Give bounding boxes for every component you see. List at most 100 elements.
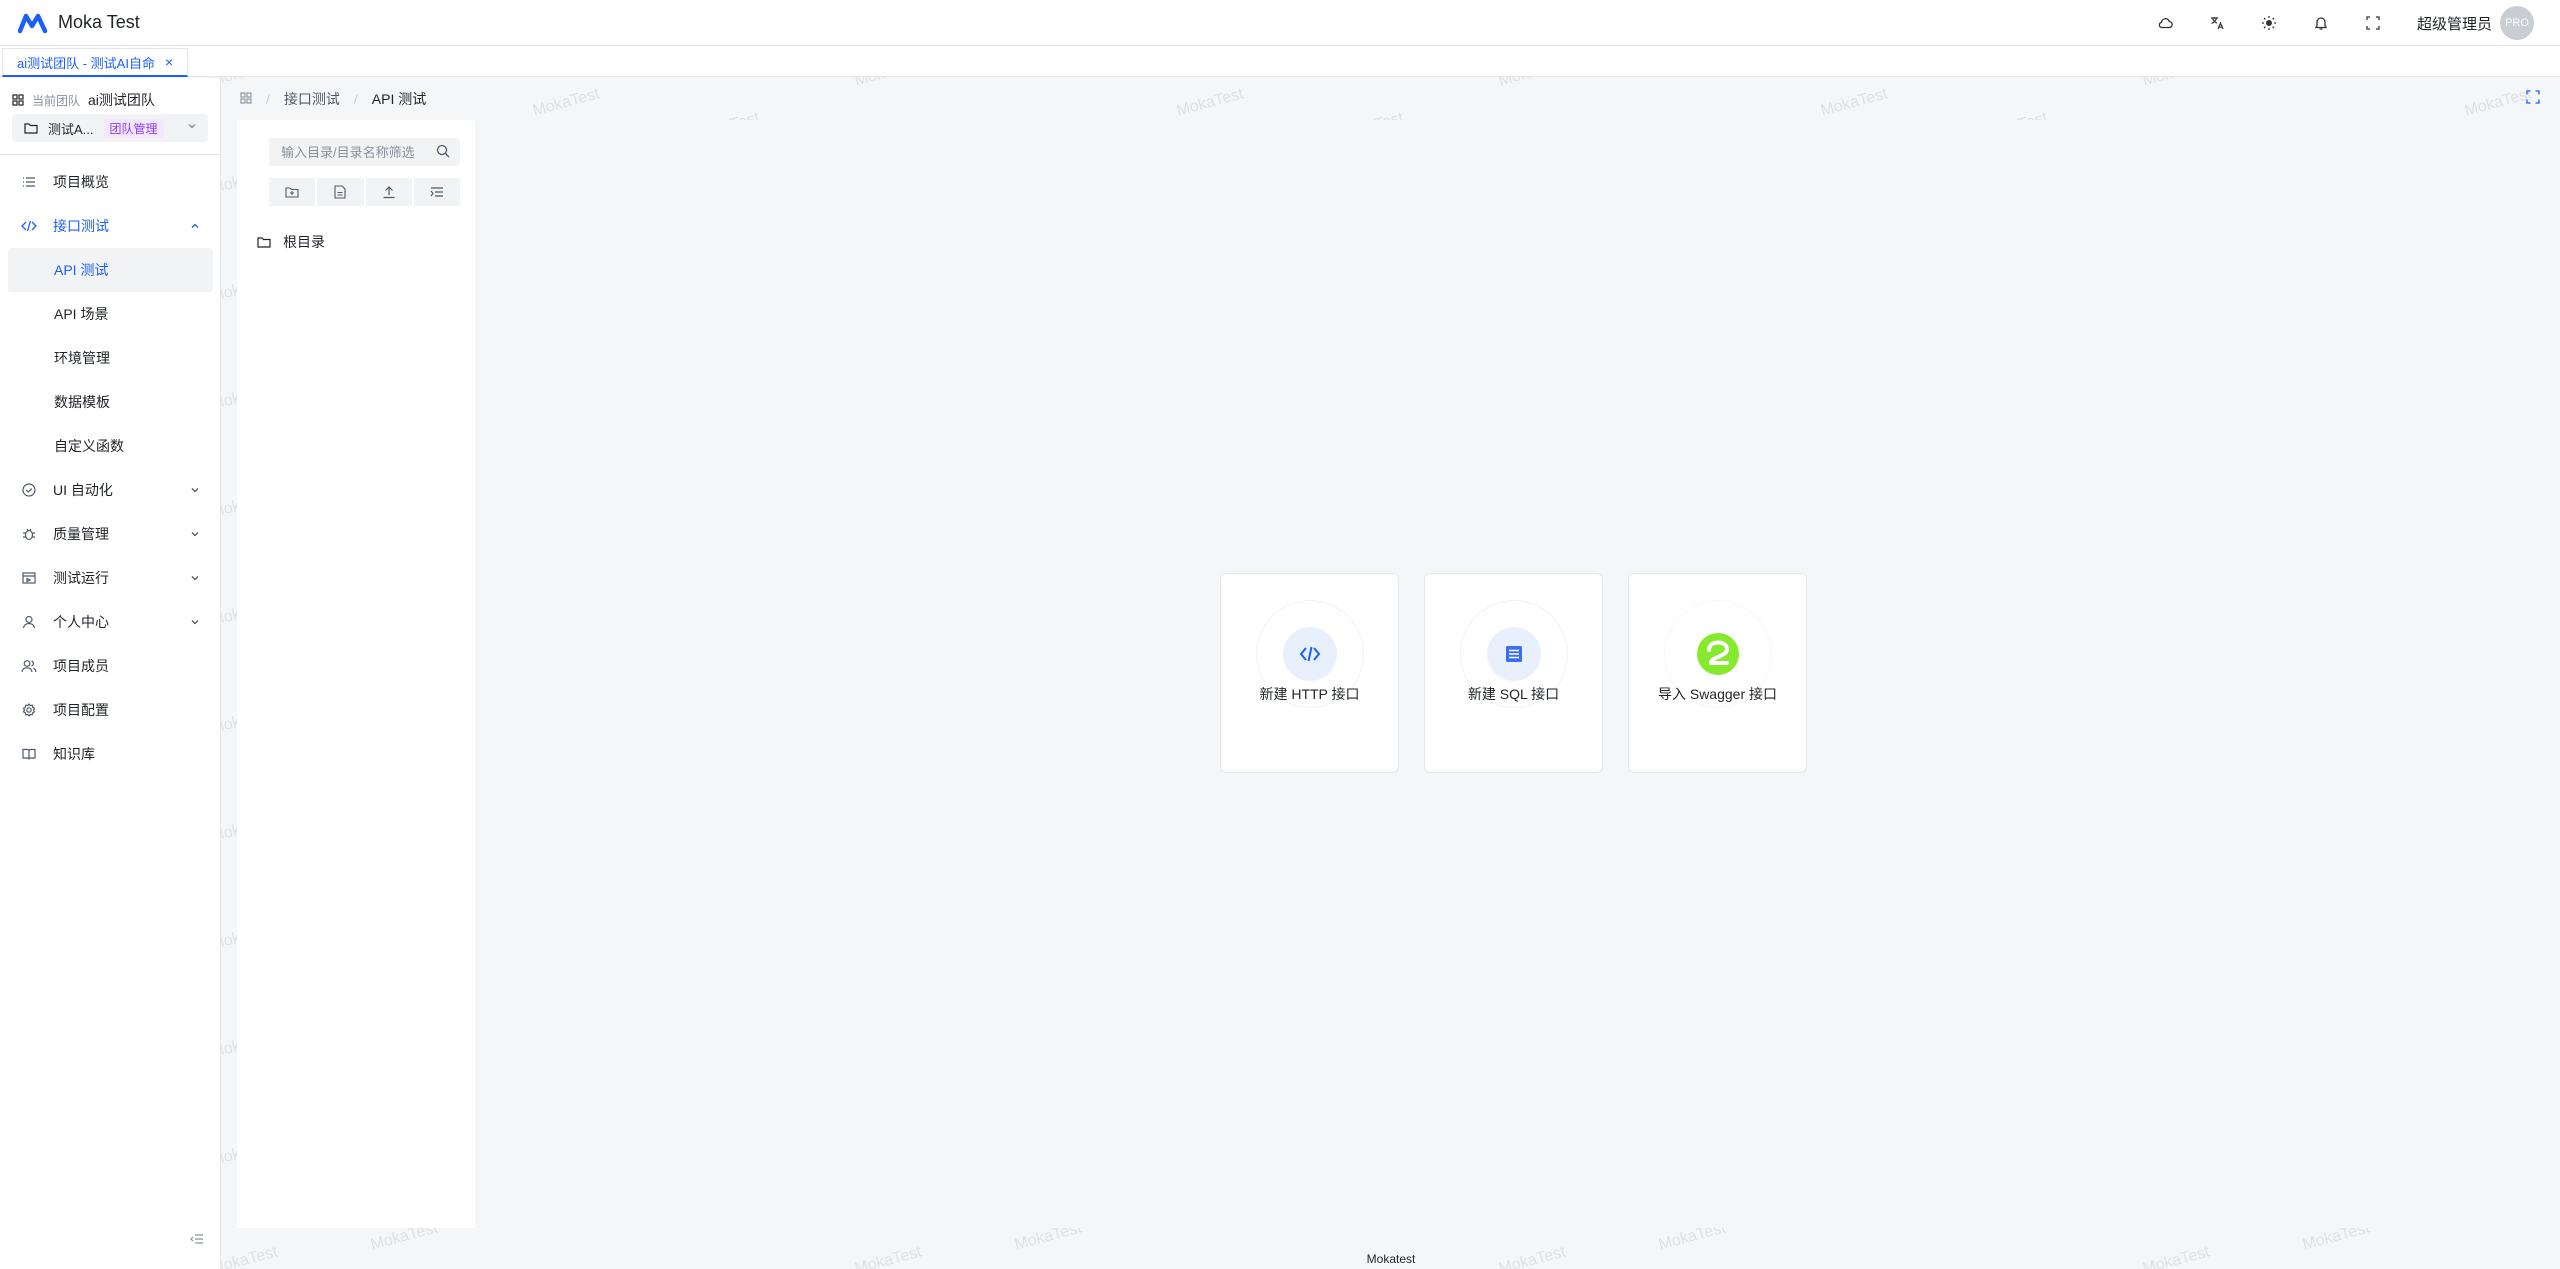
sidebar-item-custom-function[interactable]: 自定义函数 [8, 424, 213, 468]
new-sql-api-card[interactable]: 新建 SQL 接口 [1424, 573, 1603, 773]
current-team: 当前团队 ai测试团队 [12, 90, 155, 110]
bug-icon [19, 527, 39, 541]
grid-icon [12, 94, 24, 106]
sidebar-item-api-testing[interactable]: 接口测试 [8, 204, 213, 248]
card-label: 导入 Swagger 接口 [1657, 686, 1778, 702]
chevron-down-icon [189, 527, 201, 543]
add-folder-icon[interactable] [269, 178, 316, 206]
sidebar-item-environment[interactable]: 环境管理 [8, 336, 213, 380]
new-http-api-card[interactable]: 新建 HTTP 接口 [1220, 573, 1399, 773]
book-icon [19, 747, 39, 761]
sidebar-item-label: API 场景 [54, 306, 109, 322]
breadcrumb: / 接口测试 / API 测试 [222, 78, 2560, 119]
sidebar-item-data-template[interactable]: 数据模板 [8, 380, 213, 424]
chevron-down-icon [186, 120, 198, 135]
upload-icon[interactable] [365, 178, 412, 206]
sidebar-item-label: 个人中心 [53, 614, 109, 630]
sidebar-item-api-test[interactable]: API 测试 [8, 248, 213, 292]
folder-icon [257, 237, 271, 248]
chevron-down-icon [189, 571, 201, 587]
tree-toolbar [269, 178, 460, 206]
tree-search-input[interactable] [281, 144, 431, 160]
sidebar-item-label: 数据模板 [54, 394, 110, 410]
project-name: 测试A... [48, 121, 94, 137]
sidebar-item-ui-automation[interactable]: UI 自动化 [8, 468, 213, 512]
sidebar-item-label: 质量管理 [53, 526, 109, 542]
card-label: 新建 SQL 接口 [1467, 686, 1560, 702]
sidebar-item-label: 接口测试 [53, 218, 109, 234]
sidebar-item-api-scenario[interactable]: API 场景 [8, 292, 213, 336]
add-file-icon[interactable] [317, 178, 364, 206]
avatar[interactable]: PRO [2500, 6, 2534, 40]
card-label: 新建 HTTP 接口 [1259, 686, 1360, 702]
sidebar-item-label: 知识库 [53, 746, 95, 762]
user-name[interactable]: 超级管理员 [2417, 13, 2492, 34]
breadcrumb-parent[interactable]: 接口测试 [284, 89, 340, 109]
code-icon [1282, 627, 1337, 681]
user-icon [19, 615, 39, 629]
sidebar-item-label: 项目概览 [53, 174, 109, 190]
moka-logo-icon [18, 13, 48, 33]
top-header: Moka Test 超级管理员 PRO [0, 0, 2560, 46]
tree-node-label: 根目录 [283, 234, 325, 250]
footer: Mokatest [222, 1248, 2560, 1269]
collapse-all-icon[interactable] [413, 178, 460, 206]
folder-icon [24, 123, 38, 134]
breadcrumb-separator: / [266, 90, 270, 107]
sidebar-item-quality-management[interactable]: 质量管理 [8, 512, 213, 556]
divider [0, 154, 221, 155]
footer-text: Mokatest [1366, 1251, 1416, 1266]
sidebar-menu: 项目概览 接口测试 API 测试 API 场景 环境管理 数据模板 自定义函数 … [8, 160, 213, 776]
tab-api-test[interactable]: ai测试团队 - 测试AI自命 × [2, 48, 189, 77]
sidebar-item-label: 环境管理 [54, 350, 110, 366]
sidebar-item-project-overview[interactable]: 项目概览 [8, 160, 213, 204]
sidebar-item-label: 自定义函数 [54, 438, 124, 454]
chevron-down-icon [189, 483, 201, 499]
team-label: 当前团队 [32, 93, 81, 108]
sidebar: 当前团队 ai测试团队 测试A... 团队管理 项目概览 接口测试 API 测试… [0, 78, 221, 1269]
sidebar-item-knowledge-base[interactable]: 知识库 [8, 732, 213, 776]
app-name: Moka Test [58, 12, 140, 32]
bell-icon[interactable] [2311, 13, 2331, 33]
chevron-down-icon [189, 615, 201, 631]
header-actions: 超级管理员 PRO [2123, 0, 2534, 46]
breadcrumb-current: API 测试 [371, 90, 427, 107]
sidebar-item-label: UI 自动化 [53, 482, 113, 498]
sidebar-item-personal-center[interactable]: 个人中心 [8, 600, 213, 644]
theme-icon[interactable] [2259, 13, 2279, 33]
cloud-icon[interactable] [2155, 13, 2175, 33]
list-icon [19, 176, 39, 188]
sidebar-item-label: 测试运行 [53, 570, 109, 586]
grid-icon[interactable] [240, 91, 252, 107]
users-icon [19, 659, 39, 673]
sidebar-item-label: 项目成员 [53, 658, 109, 674]
project-role-badge: 团队管理 [103, 118, 164, 138]
sidebar-item-project-members[interactable]: 项目成员 [8, 644, 213, 688]
collapse-sidebar-icon[interactable] [190, 1232, 204, 1249]
gear-icon [19, 703, 39, 717]
code-icon [19, 220, 39, 232]
tree-search [269, 138, 460, 166]
table-icon [1486, 627, 1541, 681]
translate-icon[interactable] [2207, 13, 2227, 33]
close-icon[interactable]: × [165, 54, 173, 70]
chevron-up-icon [189, 219, 201, 235]
brand[interactable]: Moka Test [18, 12, 140, 34]
directory-tree-panel: 根目录 [237, 120, 475, 1228]
fullscreen-icon[interactable] [2363, 13, 2383, 33]
team-name: ai测试团队 [88, 92, 155, 108]
sidebar-item-project-settings[interactable]: 项目配置 [8, 688, 213, 732]
sidebar-item-label: API 测试 [54, 262, 109, 278]
expand-icon[interactable] [2526, 90, 2540, 107]
tree-node-root[interactable]: 根目录 [257, 232, 325, 252]
run-icon [19, 571, 39, 585]
tab-label: ai测试团队 - 测试AI自命 [17, 55, 155, 71]
tab-bar: ai测试团队 - 测试AI自命 × [0, 46, 2560, 77]
project-select[interactable]: 测试A... 团队管理 [12, 114, 208, 142]
sidebar-item-label: 项目配置 [53, 702, 109, 718]
import-swagger-card[interactable]: 导入 Swagger 接口 [1628, 573, 1807, 773]
check-circle-icon [19, 483, 39, 497]
search-icon[interactable] [436, 144, 450, 161]
sidebar-item-test-run[interactable]: 测试运行 [8, 556, 213, 600]
main-content: 新建 HTTP 接口 新建 SQL 接口 导入 Swagger 接口 [477, 120, 2560, 1228]
